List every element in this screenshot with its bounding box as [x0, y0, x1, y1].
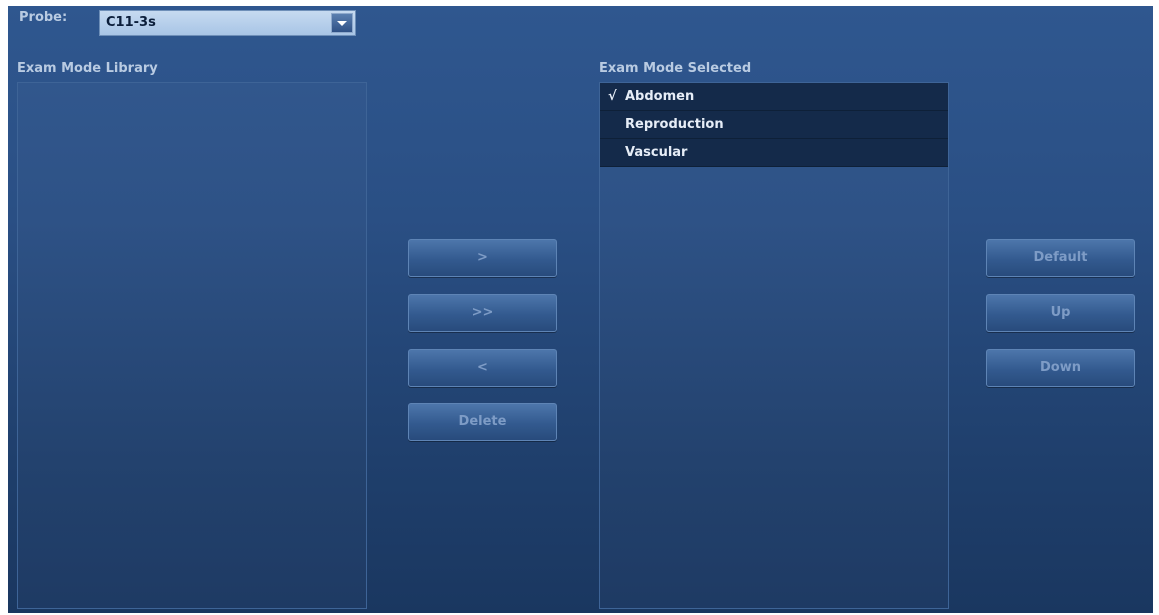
- probe-value: C11-3s: [106, 15, 156, 30]
- add-button[interactable]: >: [408, 239, 557, 277]
- add-all-button[interactable]: >>: [408, 294, 557, 332]
- probe-label: Probe:: [19, 10, 68, 25]
- exam-mode-setup-screen: Probe: C11-3s Exam Mode Library Exam Mod…: [8, 6, 1153, 613]
- list-item-vascular[interactable]: Vascular: [600, 139, 948, 167]
- list-item-label: Reproduction: [625, 117, 724, 132]
- check-icon: √: [608, 89, 617, 104]
- remove-button[interactable]: <: [408, 349, 557, 387]
- exam-mode-selected-list[interactable]: √ Abdomen Reproduction Vascular: [599, 82, 949, 609]
- move-up-button[interactable]: Up: [986, 294, 1135, 332]
- default-button[interactable]: Default: [986, 239, 1135, 277]
- probe-select[interactable]: C11-3s: [99, 10, 356, 36]
- selected-title: Exam Mode Selected: [599, 61, 752, 76]
- library-title: Exam Mode Library: [17, 61, 158, 76]
- list-item-reproduction[interactable]: Reproduction: [600, 111, 948, 139]
- list-item-label: Vascular: [625, 145, 688, 160]
- move-down-button[interactable]: Down: [986, 349, 1135, 387]
- delete-button[interactable]: Delete: [408, 403, 557, 441]
- list-item-label: Abdomen: [625, 89, 695, 104]
- exam-mode-library-list[interactable]: [17, 82, 367, 609]
- chevron-down-icon[interactable]: [331, 13, 353, 33]
- list-item-abdomen[interactable]: √ Abdomen: [600, 83, 948, 111]
